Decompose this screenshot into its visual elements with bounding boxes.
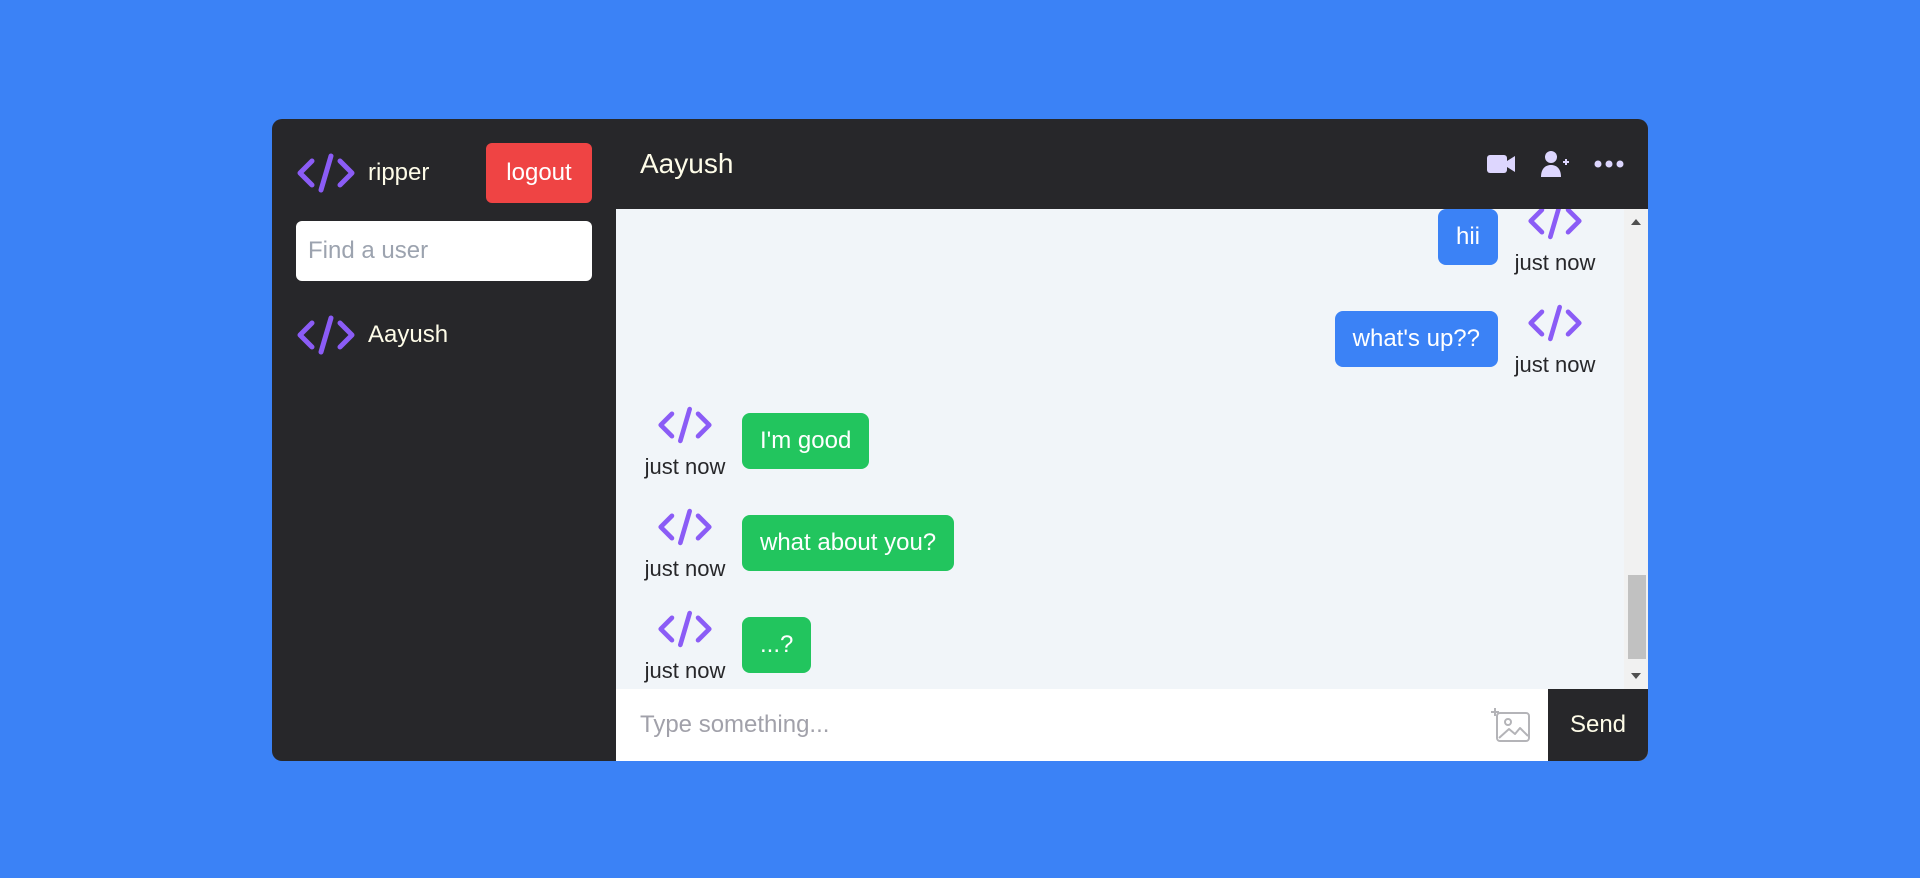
message-composer: Send (616, 689, 1648, 761)
find-user-input[interactable] (296, 221, 592, 281)
code-icon (657, 607, 713, 656)
code-icon (1527, 301, 1583, 350)
logout-button[interactable]: logout (486, 143, 592, 203)
message-meta: just now (1510, 209, 1600, 276)
send-button[interactable]: Send (1548, 689, 1648, 761)
message-time: just now (644, 556, 726, 581)
message-other: just now what about you? (640, 505, 966, 582)
message-time: just now (644, 454, 726, 479)
message-meta: just now (640, 505, 730, 582)
message-bubble: what about you? (742, 515, 955, 571)
message-meta: just now (1510, 301, 1600, 378)
message-time: just now (644, 658, 726, 683)
message-meta: just now (640, 607, 730, 684)
message-meta: just now (640, 403, 730, 480)
message-bubble: ...? (742, 617, 812, 673)
contact-name: Aayush (368, 321, 449, 348)
scrollbar-thumb[interactable] (1628, 575, 1646, 659)
more-options-icon[interactable] (1594, 159, 1624, 169)
user-bar: ripper logout (296, 143, 592, 203)
message-scrollbar[interactable] (1624, 209, 1648, 689)
message-bubble: hii (1437, 209, 1498, 265)
message-time: just now (1514, 352, 1596, 377)
current-user-name: ripper (368, 159, 430, 186)
header-actions (1486, 149, 1624, 179)
code-icon (1527, 209, 1583, 248)
message-list[interactable]: just now hii just now what's up?? just n… (616, 209, 1648, 689)
code-icon (657, 403, 713, 452)
add-user-icon[interactable] (1540, 149, 1570, 179)
message-bubble: I'm good (742, 413, 870, 469)
code-icon (657, 505, 713, 554)
message-other: just now I'm good (640, 403, 881, 480)
chat-title: Aayush (640, 148, 734, 179)
contact-item-aayush[interactable]: Aayush (296, 305, 592, 365)
sidebar: ripper logout Aayush (272, 119, 616, 761)
message-other: just now ...? (640, 607, 823, 684)
message-input[interactable] (616, 689, 1474, 761)
chat-header: Aayush (616, 119, 1648, 209)
message-own: just now what's up?? (1323, 301, 1600, 378)
message-bubble: what's up?? (1334, 311, 1498, 367)
image-add-icon[interactable] (1474, 689, 1548, 761)
message-time: just now (1514, 250, 1596, 275)
scroll-up-arrow-icon[interactable] (1631, 219, 1641, 225)
code-icon (296, 313, 356, 357)
scroll-down-arrow-icon[interactable] (1631, 673, 1641, 679)
video-camera-icon[interactable] (1486, 153, 1516, 175)
message-own: just now hii (1426, 209, 1600, 276)
chat-app-window: ripper logout Aayush Aayush (272, 119, 1648, 761)
chat-panel: Aayush just now hii just now what's up??… (616, 119, 1648, 761)
code-icon (296, 151, 356, 195)
